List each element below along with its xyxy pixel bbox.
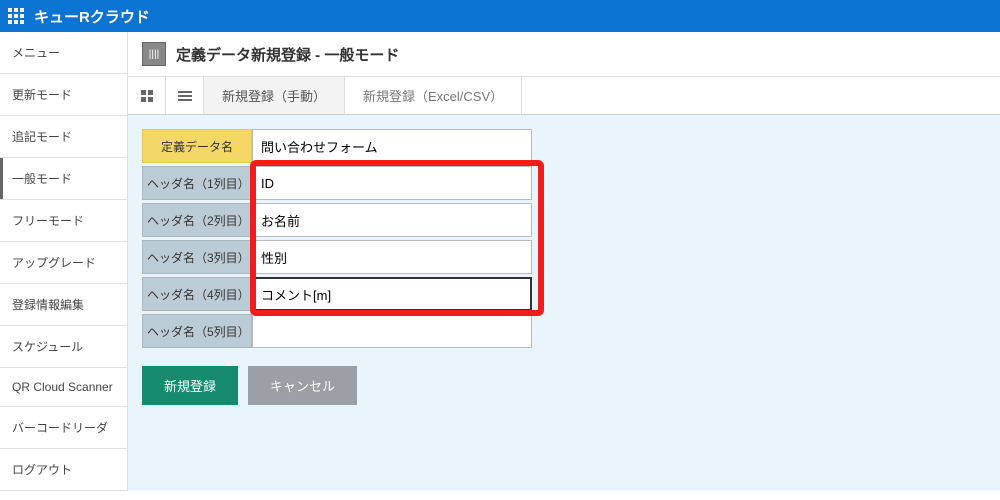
main-area: |||| 定義データ新規登録 - 一般モード 新規登録（手動） 新規登録（Exc…	[128, 32, 1000, 491]
input-header-1[interactable]	[252, 166, 532, 200]
sidebar: メニュー 更新モード 追記モード 一般モード フリーモード アップグレード 登録…	[0, 32, 128, 491]
label-header-2: ヘッダ名（2列目）	[142, 203, 252, 237]
sidebar-item-qr-scanner[interactable]: QR Cloud Scanner	[0, 368, 127, 407]
view-grid-button[interactable]	[128, 77, 166, 114]
row-header-2: ヘッダ名（2列目）	[142, 203, 562, 237]
input-header-4[interactable]	[252, 277, 532, 311]
label-header-5: ヘッダ名（5列目）	[142, 314, 252, 348]
cancel-button[interactable]: キャンセル	[248, 366, 357, 405]
grid-icon	[141, 90, 153, 102]
input-definition-name[interactable]	[252, 129, 532, 163]
apps-grid-icon[interactable]	[8, 8, 24, 24]
tabbar: 新規登録（手動） 新規登録（Excel/CSV）	[128, 77, 1000, 115]
barcode-icon: ||||	[142, 42, 166, 66]
sidebar-item-account-edit[interactable]: 登録情報編集	[0, 284, 127, 326]
page-title: 定義データ新規登録 - 一般モード	[176, 44, 399, 65]
tab-excel-csv-register[interactable]: 新規登録（Excel/CSV）	[345, 77, 522, 114]
sidebar-item-upgrade[interactable]: アップグレード	[0, 242, 127, 284]
sidebar-item-free-mode[interactable]: フリーモード	[0, 200, 127, 242]
sidebar-item-barcode-reader[interactable]: バーコードリーダ	[0, 407, 127, 449]
input-header-5[interactable]	[252, 314, 532, 348]
row-header-3: ヘッダ名（3列目）	[142, 240, 562, 274]
sidebar-item-logout[interactable]: ログアウト	[0, 449, 127, 491]
form-area: 定義データ名 ヘッダ名（1列目） ヘッダ名（2列目） ヘッダ名（3列目） ヘッダ	[128, 115, 1000, 429]
input-header-3[interactable]	[252, 240, 532, 274]
submit-button[interactable]: 新規登録	[142, 366, 238, 405]
app-title: キューRクラウド	[34, 6, 150, 27]
input-header-2[interactable]	[252, 203, 532, 237]
tab-manual-register[interactable]: 新規登録（手動）	[204, 77, 345, 114]
sidebar-item-update-mode[interactable]: 更新モード	[0, 74, 127, 116]
row-definition-name: 定義データ名	[142, 129, 1000, 163]
header-rows: ヘッダ名（1列目） ヘッダ名（2列目） ヘッダ名（3列目） ヘッダ名（4列目） …	[142, 166, 562, 348]
row-header-1: ヘッダ名（1列目）	[142, 166, 562, 200]
sidebar-item-menu[interactable]: メニュー	[0, 32, 127, 74]
topbar: キューRクラウド	[0, 0, 1000, 32]
sidebar-item-append-mode[interactable]: 追記モード	[0, 116, 127, 158]
button-row: 新規登録 キャンセル	[142, 366, 1000, 405]
label-definition-name: 定義データ名	[142, 129, 252, 163]
list-icon	[178, 91, 192, 101]
page-header: |||| 定義データ新規登録 - 一般モード	[128, 32, 1000, 77]
row-header-5: ヘッダ名（5列目）	[142, 314, 562, 348]
label-header-4: ヘッダ名（4列目）	[142, 277, 252, 311]
view-list-button[interactable]	[166, 77, 204, 114]
label-header-1: ヘッダ名（1列目）	[142, 166, 252, 200]
sidebar-item-schedule[interactable]: スケジュール	[0, 326, 127, 368]
sidebar-item-general-mode[interactable]: 一般モード	[0, 158, 127, 200]
row-header-4: ヘッダ名（4列目）	[142, 277, 562, 311]
label-header-3: ヘッダ名（3列目）	[142, 240, 252, 274]
